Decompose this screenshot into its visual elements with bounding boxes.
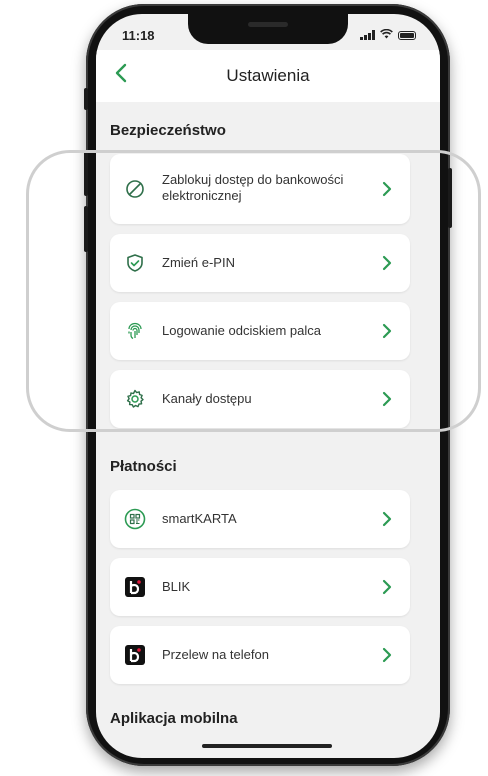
page-title: Ustawienia (226, 66, 310, 85)
shield-check-icon (124, 252, 146, 274)
fingerprint-icon (124, 320, 146, 342)
volume-down-button (84, 206, 88, 252)
gear-icon (124, 388, 146, 410)
change-epin-label: Zmień e-PIN (162, 255, 235, 270)
access-channels-item[interactable]: Kanały dostępu (110, 370, 410, 428)
chevron-right-icon (382, 391, 392, 407)
blik-icon (124, 576, 146, 598)
block-access-label-line2: elektronicznej (162, 188, 242, 203)
block-icon (124, 178, 146, 200)
smartkarta-label: smartKARTA (162, 511, 237, 526)
smartkarta-item[interactable]: smartKARTA (110, 490, 410, 548)
status-icons (360, 28, 416, 41)
app-header: Ustawienia (96, 50, 440, 102)
chevron-right-icon (382, 647, 392, 663)
fingerprint-login-label: Logowanie odciskiem palca (162, 323, 321, 338)
wifi-icon (380, 28, 393, 41)
power-button (448, 168, 452, 228)
access-channels-label: Kanały dostępu (162, 391, 252, 406)
chevron-right-icon (382, 579, 392, 595)
section-title-payments: Płatności (110, 458, 177, 475)
phone-transfer-label: Przelew na telefon (162, 647, 269, 662)
blik-item[interactable]: BLIK (110, 558, 410, 616)
signal-icon (360, 30, 375, 40)
chevron-right-icon (382, 323, 392, 339)
volume-up-button (84, 150, 88, 196)
blik-label: BLIK (162, 579, 191, 594)
status-time: 11:18 (122, 28, 155, 43)
notch (188, 14, 348, 44)
phone-screen: 11:18 Ustawienia Bezpieczeństwo Zablokuj… (96, 14, 440, 758)
fingerprint-login-item[interactable]: Logowanie odciskiem palca (110, 302, 410, 360)
chevron-right-icon (382, 255, 392, 271)
smartkarta-icon (124, 508, 146, 530)
change-epin-item[interactable]: Zmień e-PIN (110, 234, 410, 292)
chevron-right-icon (382, 181, 392, 197)
battery-icon (398, 30, 416, 40)
section-title-mobile-app: Aplikacja mobilna (110, 710, 238, 727)
phone-transfer-item[interactable]: Przelew na telefon (110, 626, 410, 684)
block-access-label-line1: Zablokuj dostęp do bankowości (162, 172, 344, 187)
mute-switch (84, 88, 88, 110)
block-access-item[interactable]: Zablokuj dostęp do bankowości elektronic… (110, 154, 410, 224)
home-indicator[interactable] (202, 744, 332, 748)
chevron-right-icon (382, 511, 392, 527)
block-access-label: Zablokuj dostęp do bankowości elektronic… (162, 172, 343, 204)
blik-icon (124, 644, 146, 666)
section-title-security: Bezpieczeństwo (110, 122, 226, 139)
